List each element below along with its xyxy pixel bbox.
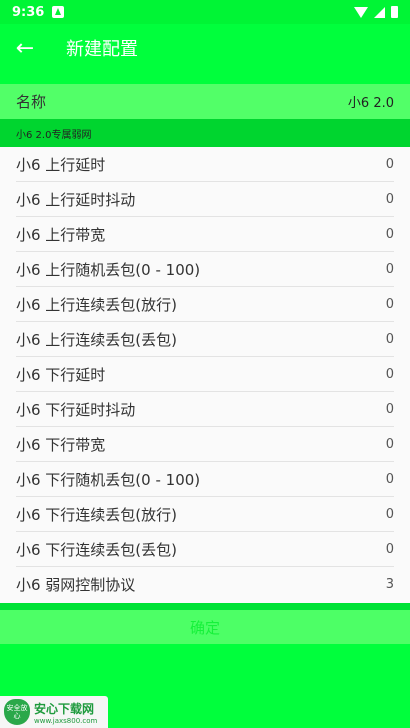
setting-label: 小6 下行延时 <box>16 365 106 384</box>
config-name-label: 名称 <box>16 93 47 111</box>
confirm-button[interactable]: 确定 <box>0 610 410 644</box>
list-item[interactable]: 小6 下行连续丢包(放行) 0 <box>16 497 394 532</box>
battery-icon <box>391 6 398 18</box>
list-item[interactable]: 小6 上行带宽 0 <box>16 217 394 252</box>
status-icons <box>354 6 398 18</box>
list-item[interactable]: 小6 弱网控制协议 3 <box>16 567 394 602</box>
status-time: 9:36 <box>12 4 45 20</box>
setting-label: 小6 上行带宽 <box>16 225 106 244</box>
setting-label: 小6 下行延时抖动 <box>16 400 136 419</box>
setting-value: 0 <box>385 296 394 312</box>
confirm-divider <box>0 603 410 610</box>
page-title: 新建配置 <box>66 39 138 60</box>
setting-value: 0 <box>385 226 394 242</box>
list-item[interactable]: 小6 上行延时抖动 0 <box>16 182 394 217</box>
setting-label: 小6 下行随机丢包(0 - 100) <box>16 470 201 489</box>
list-item[interactable]: 小6 上行延时 0 <box>16 147 394 182</box>
setting-label: 小6 下行连续丢包(放行) <box>16 505 178 524</box>
signal-icon <box>374 6 385 18</box>
setting-label: 小6 上行随机丢包(0 - 100) <box>16 260 201 279</box>
list-item[interactable]: 小6 上行连续丢包(丢包) 0 <box>16 322 394 357</box>
setting-label: 小6 弱网控制协议 <box>16 576 136 594</box>
list-item[interactable]: 小6 下行随机丢包(0 - 100) 0 <box>16 462 394 497</box>
setting-value: 0 <box>385 191 394 207</box>
list-item[interactable]: 小6 下行延时抖动 0 <box>16 392 394 427</box>
list-item[interactable]: 小6 下行连续丢包(丢包) 0 <box>16 532 394 567</box>
setting-value: 0 <box>385 436 394 452</box>
config-name-row[interactable]: 名称 小6 2.0 <box>0 84 410 119</box>
setting-label: 小6 下行带宽 <box>16 435 106 454</box>
watermark-name: 安心下载网 <box>34 701 95 716</box>
setting-value: 0 <box>385 331 394 347</box>
setting-value: 0 <box>385 471 394 487</box>
section-header: 小6 2.0专属弱网 <box>0 119 410 147</box>
setting-value: 3 <box>385 577 394 592</box>
setting-value: 0 <box>385 541 394 557</box>
setting-label: 小6 下行连续丢包(丢包) <box>16 540 178 559</box>
setting-label: 小6 上行延时 <box>16 155 106 174</box>
watermark-url: www.jaxs800.com <box>34 716 98 725</box>
setting-value: 0 <box>385 506 394 522</box>
setting-label: 小6 上行连续丢包(放行) <box>16 295 178 314</box>
app-toolbar: ← 新建配置 <box>0 24 410 72</box>
list-item[interactable]: 小6 下行带宽 0 <box>16 427 394 462</box>
setting-label: 小6 上行延时抖动 <box>16 190 136 209</box>
setting-value: 0 <box>385 261 394 277</box>
setting-value: 0 <box>385 366 394 382</box>
shield-icon: 安全放心 <box>4 699 30 725</box>
setting-label: 小6 上行连续丢包(丢包) <box>16 330 178 349</box>
status-bar: 9:36 <box>0 0 410 24</box>
watermark-logo: 安全放心 安心下载网 www.jaxs800.com <box>0 696 108 728</box>
setting-value: 0 <box>385 156 394 172</box>
setting-value: 0 <box>385 401 394 417</box>
notification-icon <box>52 6 65 18</box>
config-name-value: 小6 2.0 <box>347 96 394 111</box>
list-item[interactable]: 小6 上行连续丢包(放行) 0 <box>16 287 394 322</box>
list-item[interactable]: 小6 上行随机丢包(0 - 100) 0 <box>16 252 394 287</box>
list-item[interactable]: 小6 下行延时 0 <box>16 357 394 392</box>
wifi-icon <box>354 6 368 18</box>
settings-list: 小6 上行延时 0 小6 上行延时抖动 0 小6 上行带宽 0 小6 上行随机丢包(0 - … <box>0 147 410 603</box>
back-arrow-icon[interactable]: ← <box>0 24 50 72</box>
